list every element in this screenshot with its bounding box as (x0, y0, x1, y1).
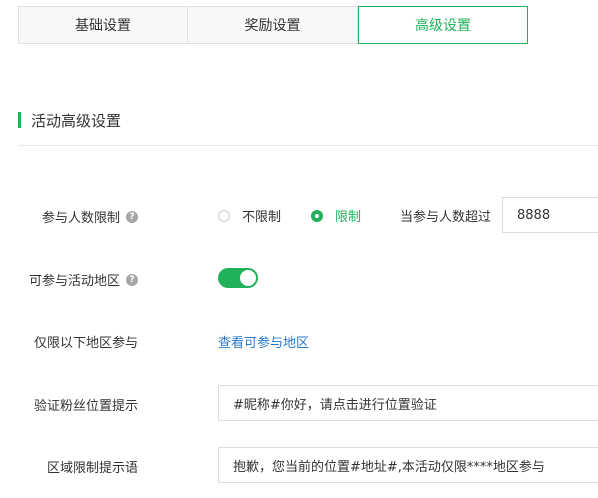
verify-tip-input[interactable]: #昵称#你好，请点击进行位置验证 (218, 385, 598, 421)
verify-tip-label-row: 验证粉丝位置提示 (34, 395, 138, 414)
tab-basic-settings[interactable]: 基础设置 (18, 6, 188, 44)
radio-checked-icon (311, 209, 324, 222)
region-limit-tip-label-row: 区域限制提示语 (47, 457, 138, 476)
radio-limit[interactable]: 限制 (311, 206, 361, 225)
radio-unchecked-icon (218, 209, 230, 222)
view-regions-link[interactable]: 查看可参与地区 (218, 332, 309, 351)
verify-tip-label: 验证粉丝位置提示 (33, 399, 138, 414)
section-accent-bar (18, 112, 21, 128)
only-regions-label-row: 仅限以下地区参与 (34, 332, 138, 351)
section-header: 活动高级设置 (18, 110, 121, 130)
toggle-knob (240, 270, 256, 286)
tab-reward-settings[interactable]: 奖励设置 (188, 6, 358, 44)
tab-advanced-settings[interactable]: 高级设置 (358, 6, 528, 44)
radio-limit-label: 限制 (335, 210, 362, 225)
region-limit-tip-input[interactable]: 抱歉，您当前的位置#地址#,本活动仅限****地区参与 (218, 447, 598, 483)
exceed-count-label: 当参与人数超过 (400, 210, 492, 225)
help-icon[interactable]: ? (126, 273, 138, 286)
only-regions-label: 仅限以下地区参与 (33, 336, 138, 351)
region-toggle[interactable] (218, 268, 258, 288)
radio-no-limit[interactable]: 不限制 (218, 206, 281, 225)
section-divider (18, 145, 598, 146)
participant-limit-input[interactable]: 8888 (502, 197, 598, 233)
radio-no-limit-label: 不限制 (242, 210, 282, 225)
region-limit-tip-label: 区域限制提示语 (46, 461, 138, 476)
help-icon[interactable]: ? (126, 210, 138, 223)
region-label-row: 可参与活动地区 ? (29, 270, 138, 289)
section-title: 活动高级设置 (31, 111, 122, 130)
participant-limit-label: 参与人数限制 (41, 211, 120, 226)
participant-limit-radio-group: 不限制 限制 (218, 206, 391, 225)
settings-tabs: 基础设置 奖励设置 高级设置 (18, 6, 528, 44)
region-label: 可参与活动地区 (28, 274, 120, 289)
participant-limit-label-row: 参与人数限制 ? (42, 207, 138, 226)
